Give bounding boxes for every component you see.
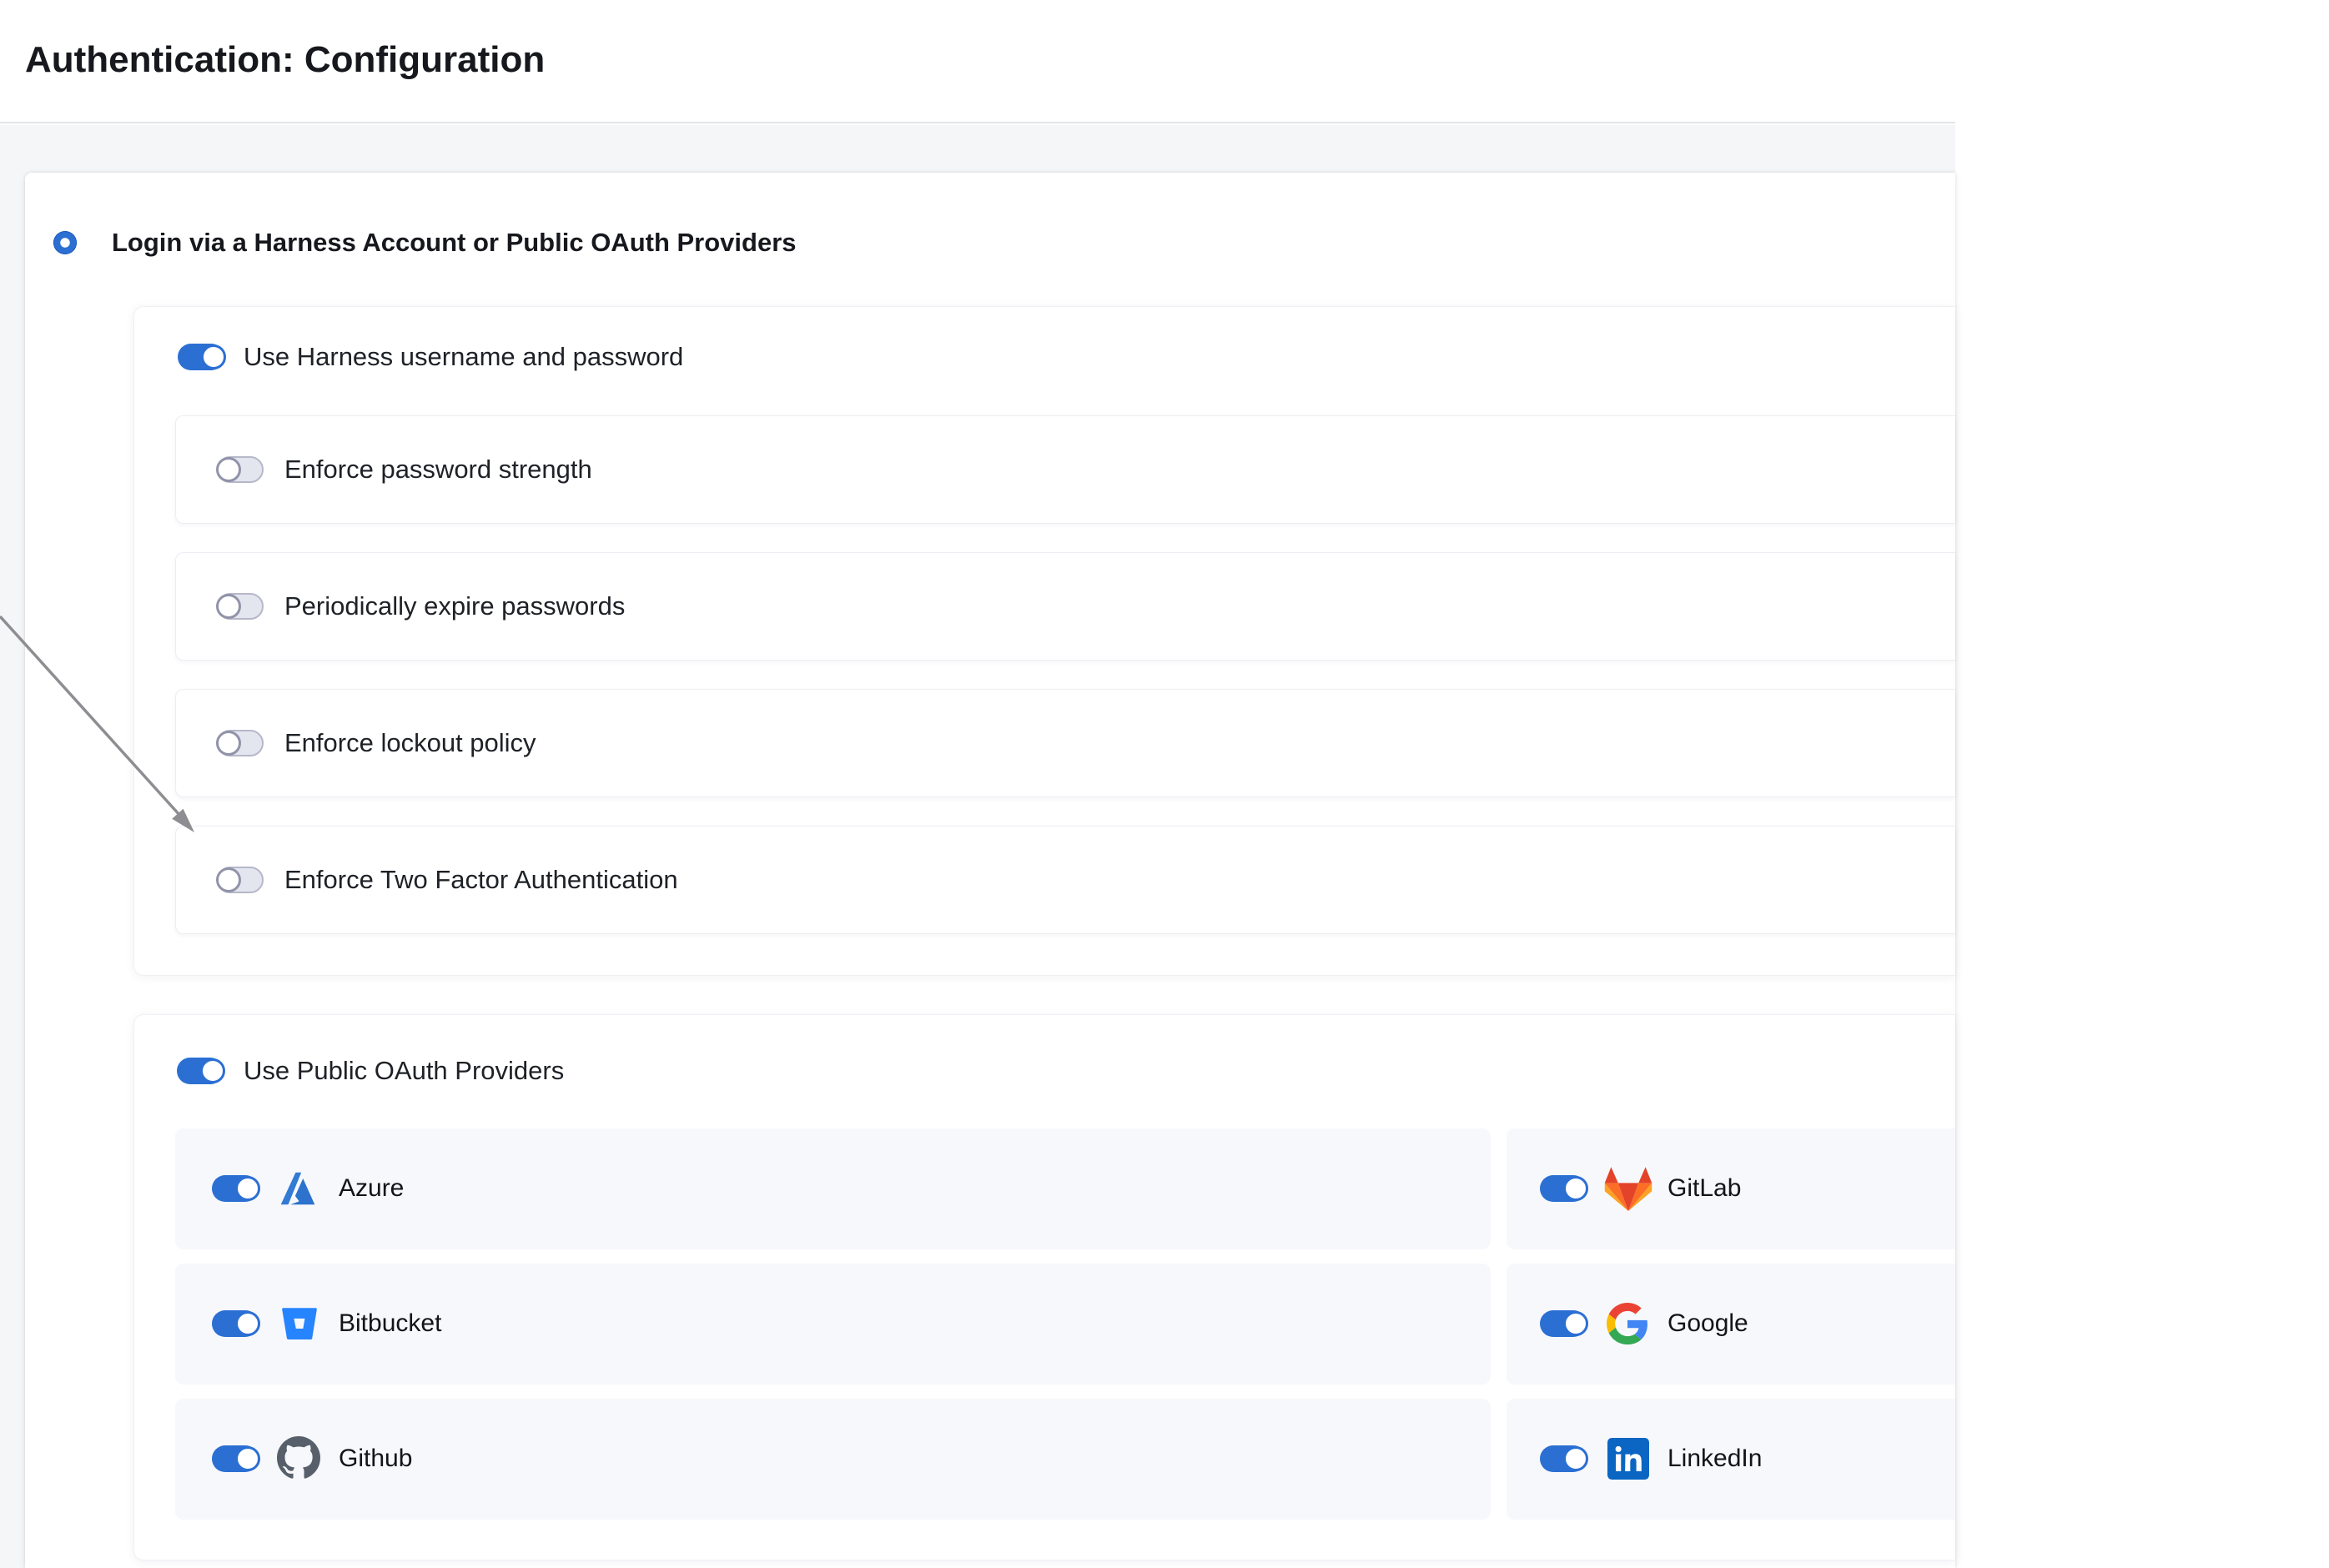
linkedin-toggle[interactable] bbox=[1540, 1445, 1587, 1472]
periodically-expire-passwords-toggle[interactable] bbox=[217, 593, 264, 620]
login-method-radio[interactable] bbox=[53, 231, 77, 254]
linkedin-icon bbox=[1607, 1438, 1649, 1480]
provider-row-github: Github bbox=[175, 1399, 1491, 1520]
github-toggle[interactable] bbox=[212, 1445, 259, 1472]
authentication-configuration-page: Authentication: Configuration Login via … bbox=[0, 0, 2329, 1568]
bitbucket-label: Bitbucket bbox=[339, 1309, 441, 1339]
use-public-oauth-toggle[interactable] bbox=[177, 1058, 224, 1084]
google-toggle[interactable] bbox=[1540, 1310, 1587, 1337]
gitlab-label: GitLab bbox=[1668, 1173, 1741, 1204]
enforce-password-strength-label: Enforce password strength bbox=[284, 455, 592, 485]
gitlab-toggle[interactable] bbox=[1540, 1175, 1587, 1202]
enforce-two-factor-label: Enforce Two Factor Authentication bbox=[284, 865, 678, 895]
bitbucket-icon bbox=[279, 1303, 320, 1344]
provider-row-gitlab: GitLab bbox=[1507, 1128, 1955, 1249]
page-header: Authentication: Configuration bbox=[0, 0, 1955, 123]
use-harness-username-label: Use Harness username and password bbox=[244, 342, 683, 372]
periodically-expire-passwords-label: Periodically expire passwords bbox=[284, 591, 625, 621]
enforce-lockout-policy-toggle[interactable] bbox=[217, 730, 264, 756]
provider-row-google: Google bbox=[1507, 1264, 1955, 1385]
enforce-lockout-policy-label: Enforce lockout policy bbox=[284, 728, 536, 758]
page-title: Authentication: Configuration bbox=[25, 38, 545, 82]
provider-row-bitbucket: Bitbucket bbox=[175, 1264, 1491, 1385]
bitbucket-toggle[interactable] bbox=[212, 1310, 259, 1337]
use-harness-username-toggle[interactable] bbox=[178, 344, 224, 370]
enforce-password-strength-toggle[interactable] bbox=[217, 456, 264, 483]
google-label: Google bbox=[1668, 1309, 1748, 1339]
linkedin-label: LinkedIn bbox=[1668, 1444, 1762, 1474]
google-icon bbox=[1607, 1303, 1648, 1344]
github-icon bbox=[277, 1436, 320, 1480]
azure-icon bbox=[277, 1168, 319, 1209]
azure-label: Azure bbox=[339, 1173, 404, 1204]
azure-toggle[interactable] bbox=[212, 1175, 259, 1202]
provider-row-linkedin: LinkedIn bbox=[1507, 1399, 1955, 1520]
enforce-two-factor-toggle[interactable] bbox=[217, 867, 264, 893]
login-method-radio-label: Login via a Harness Account or Public OA… bbox=[112, 228, 797, 258]
github-label: Github bbox=[339, 1444, 412, 1474]
gitlab-icon bbox=[1602, 1165, 1654, 1214]
use-public-oauth-label: Use Public OAuth Providers bbox=[244, 1056, 564, 1086]
provider-row-azure: Azure bbox=[175, 1128, 1491, 1249]
